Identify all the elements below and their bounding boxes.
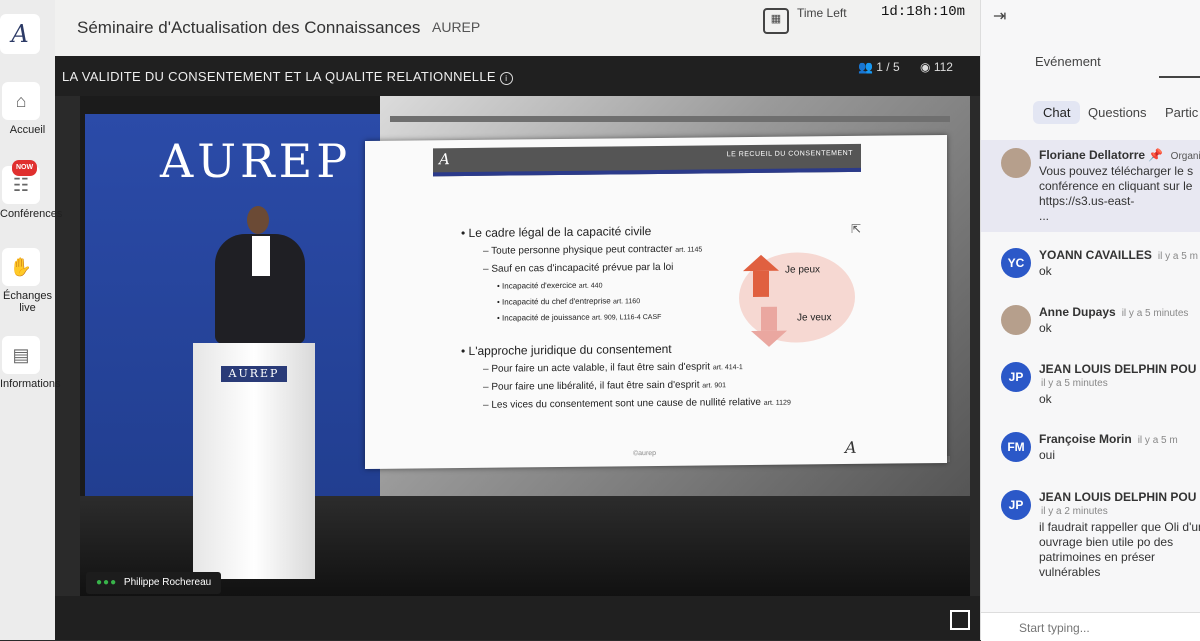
slide-bullet: • L'approche juridique du consentement (461, 341, 672, 359)
panel-title: Evénement (1035, 54, 1101, 69)
slide-bullet: • Incapacité du chef d'entreprise art. 1… (497, 296, 641, 307)
organizer-name: AUREP (432, 19, 481, 35)
avatar (1001, 148, 1031, 178)
mouse-cursor-icon: ⇱ (851, 221, 862, 236)
sidebar-item-label: Échanges live (3, 290, 52, 314)
presentation-slide: A LE RECUEIL DU CONSENTEMENT • Le cadre … (365, 134, 947, 470)
session-header: LA VALIDITE DU CONSENTEMENT ET LA QUALIT… (55, 56, 980, 96)
slide-copyright: ©aurep (633, 449, 657, 458)
collapse-panel-icon[interactable]: ⇥ (993, 6, 1006, 26)
slide-bullet: • Incapacité d'exercice art. 440 (497, 280, 603, 291)
tab-participants[interactable]: Partic (1155, 101, 1200, 124)
message-time: il y a 2 minutes (1041, 506, 1108, 517)
arrow-up-icon (743, 254, 779, 272)
podium-logo: AUREP (221, 366, 287, 382)
slide-header: A LE RECUEIL DU CONSENTEMENT (433, 143, 861, 177)
handshake-icon: ✋ (2, 248, 40, 286)
now-badge: NOW (12, 160, 38, 176)
kiosk-icon: ▤ (2, 336, 40, 374)
chat-input[interactable] (1017, 620, 1181, 636)
arrow-down-shaft (761, 306, 777, 331)
slide-footer-logo: A (845, 437, 857, 458)
sidebar-item-conferences[interactable]: ☷ NOW Conférences (0, 160, 62, 220)
sidebar-item-label: Informations (0, 378, 61, 390)
message-author: YOANN CAVAILLES il y a 5 m (1039, 248, 1198, 262)
message-text: ok (1039, 392, 1052, 406)
conference-icon: ☷ NOW (2, 160, 40, 204)
pin-icon: 📌 (1148, 148, 1164, 162)
sidebar-item-echanges[interactable]: ✋ Échanges live (0, 248, 55, 314)
eye-icon: ◉ (920, 60, 931, 74)
message-text: ok (1039, 321, 1052, 335)
fullscreen-icon[interactable] (950, 610, 970, 630)
event-title: Séminaire d'Actualisation des Connaissan… (77, 18, 421, 37)
speaker-head (247, 206, 269, 234)
arrow-down-icon (751, 330, 787, 348)
slide-bullet: • Le cadre légal de la capacité civile (461, 224, 652, 241)
slide-bullet: • Incapacité de jouissance art. 909, L11… (497, 312, 662, 323)
avatar (1001, 305, 1031, 335)
message-time: il y a 5 minutes (1041, 378, 1108, 389)
player-controls (55, 596, 980, 640)
slide-header-title: LE RECUEIL DU CONSENTEMENT (726, 149, 853, 159)
avatar: JP (1001, 362, 1031, 392)
slide-bullet: – Les vices du consentement sont une cau… (483, 396, 791, 411)
message-author: Anne Dupays il y a 5 minutes (1039, 305, 1189, 319)
slide-bullet: – Pour faire une libéralité, il faut êtr… (483, 379, 727, 393)
message-text: ok (1039, 264, 1052, 278)
session-title: LA VALIDITE DU CONSENTEMENT ET LA QUALIT… (62, 69, 513, 85)
tab-chat[interactable]: Chat (1033, 101, 1081, 124)
countdown-timer: 1d:18h:10m (881, 4, 966, 20)
aurep-wall-logo: AUREP (160, 134, 352, 188)
message-text: il faudrait rappeller que Oli d'un ouvra… (1039, 520, 1200, 579)
message-text: oui (1039, 448, 1056, 462)
avatar: YC (1001, 248, 1031, 278)
home-icon: ⌂ (2, 82, 40, 120)
sidebar-item-informations[interactable]: ▤ Informations (0, 336, 61, 390)
je-peux-label: Je peux (785, 264, 821, 276)
time-left-label: Time Left (797, 6, 847, 20)
chat-composer (981, 612, 1200, 641)
calendar-icon[interactable]: ▦ (763, 8, 789, 34)
video-stage[interactable]: AUREP AUREP A LE RECUEIL DU CONSENTEMENT… (80, 96, 970, 596)
slide-logo: A (439, 150, 450, 169)
sidebar-item-label: Conférences (0, 208, 63, 220)
message-author: JEAN LOUIS DELPHIN POU (1039, 490, 1197, 504)
message-author: Floriane Dellatorre 📌 Organi (1039, 148, 1200, 162)
people-icon: 👥 (858, 60, 873, 74)
tab-questions[interactable]: Questions (1078, 101, 1157, 124)
je-veux-label: Je veux (797, 312, 832, 324)
avatar: JP (1001, 490, 1031, 520)
arrow-up-shaft (753, 270, 769, 297)
slide-bullet: – Pour faire un acte valable, il faut êt… (483, 361, 743, 375)
message-text: Vous pouvez télécharger le s conférence … (1039, 164, 1194, 223)
info-icon[interactable]: i (499, 72, 513, 85)
left-sidebar: A ⌂ Accueil ☷ NOW Conférences ✋ Échanges… (0, 0, 62, 640)
slide-bullet: – Sauf en cas d'incapacité prévue par la… (483, 261, 674, 275)
pinned-message: Floriane Dellatorre 📌 Organi Vous pouvez… (981, 140, 1200, 232)
avatar: FM (1001, 432, 1031, 462)
right-panel: ⇥ Evénement Chat Questions Partic Floria… (980, 0, 1200, 641)
audio-dots-icon: ●●● (96, 577, 118, 588)
message-author: JEAN LOUIS DELPHIN POU (1039, 362, 1197, 376)
tab-indicator (1159, 76, 1200, 78)
app-logo[interactable]: A (0, 14, 40, 54)
top-bar: Séminaire d'Actualisation des Connaissan… (55, 0, 980, 56)
participants-count: 👥 1 / 5 (858, 60, 900, 74)
sidebar-item-label: Accueil (9, 124, 46, 136)
viewer-count: ◉ 112 (920, 60, 953, 74)
message-author: Françoise Morin il y a 5 m (1039, 432, 1178, 446)
slide-bullet: – Toute personne physique peut contracte… (483, 243, 703, 257)
speaker-name-tag: ●●● Philippe Rochereau (86, 572, 222, 594)
sidebar-item-accueil[interactable]: ⌂ Accueil (0, 82, 55, 136)
speaker-shirt (252, 236, 270, 276)
